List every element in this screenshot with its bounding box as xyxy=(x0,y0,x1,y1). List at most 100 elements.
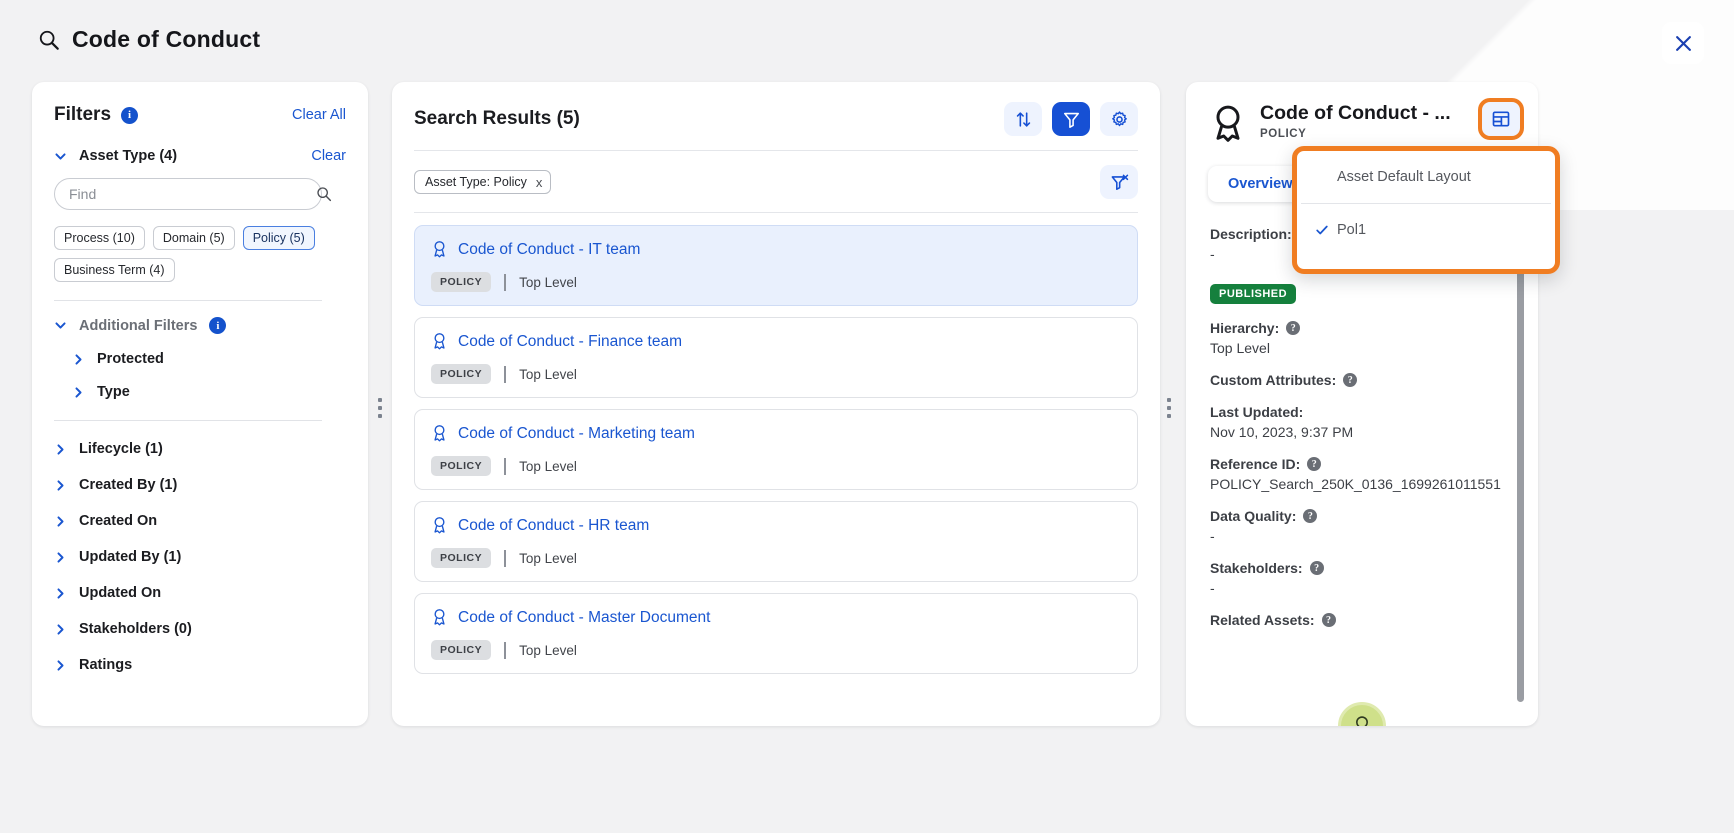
additional-filter-item[interactable]: Type xyxy=(72,384,346,400)
result-card[interactable]: Code of Conduct - Master Document POLICY T… xyxy=(414,593,1138,674)
detail-title: Code of Conduct - ... xyxy=(1260,102,1451,124)
detail-field: Hierarchy:? Top Level xyxy=(1210,320,1514,356)
layout-dropdown-menu: Asset Default Layout Pol1 xyxy=(1292,146,1560,274)
filter-group-stakeholders[interactable]: Stakeholders (0) xyxy=(54,621,346,637)
facet-remove-icon[interactable]: x xyxy=(536,176,543,189)
result-card[interactable]: Code of Conduct - HR team POLICY Top Level xyxy=(414,501,1138,582)
policy-ribbon-icon xyxy=(434,333,445,350)
layout-menu-item[interactable]: Asset Default Layout xyxy=(1297,151,1555,203)
filter-group-asset-type[interactable]: Asset Type (4) Clear xyxy=(54,148,346,164)
asset-type-chip[interactable]: Business Term (4) xyxy=(54,258,175,282)
filter-group-additional-filters[interactable]: Additional Filters i xyxy=(54,317,346,334)
filters-title: Filters xyxy=(54,104,112,125)
filter-icon xyxy=(1063,112,1079,128)
clear-filters-button[interactable] xyxy=(1100,165,1138,199)
filter-group-created-on[interactable]: Created On xyxy=(54,513,346,529)
result-type-badge: POLICY xyxy=(431,548,492,568)
chevron-right-icon xyxy=(57,587,64,599)
left-resize-handle[interactable] xyxy=(376,398,384,418)
help-icon[interactable]: ? xyxy=(1309,561,1324,575)
result-title[interactable]: Code of Conduct - IT team xyxy=(458,241,640,259)
policy-ribbon-icon xyxy=(434,241,445,258)
detail-field-label: Stakeholders: xyxy=(1210,560,1303,576)
result-card[interactable]: Code of Conduct - Finance team POLICY Top … xyxy=(414,317,1138,398)
filter-group-updated-by[interactable]: Updated By (1) xyxy=(54,549,346,565)
detail-scrollbar[interactable] xyxy=(1517,252,1524,702)
info-icon[interactable]: i xyxy=(209,317,227,334)
result-type-badge: POLICY xyxy=(431,364,492,384)
filter-group-lifecycle[interactable]: Lifecycle (1) xyxy=(54,441,346,457)
clear-all-button[interactable]: Clear All xyxy=(292,107,346,123)
search-results-page: Code of Conduct Filters i Clear All Asse… xyxy=(0,0,1734,833)
help-icon[interactable]: ? xyxy=(1321,613,1336,627)
page-title: Code of Conduct xyxy=(38,26,260,53)
filter-group-label: Stakeholders (0) xyxy=(79,621,192,637)
asset-type-chip[interactable]: Process (10) xyxy=(54,226,145,250)
detail-field: Reference ID:? POLICY_Search_250K_0136_16… xyxy=(1210,456,1514,492)
filters-header: Filters i Clear All xyxy=(54,104,346,126)
detail-field-label: Hierarchy: xyxy=(1210,320,1280,336)
asset-type-chip-list: Process (10) Domain (5) Policy (5) Business… xyxy=(54,226,332,282)
detail-field: Data Quality:? - xyxy=(1210,508,1514,544)
filter-group-label: Asset Type (4) xyxy=(79,148,178,164)
asset-type-find-wrap xyxy=(54,178,346,210)
filter-button[interactable] xyxy=(1052,102,1090,136)
layout-menu-item[interactable]: Pol1 xyxy=(1297,204,1555,256)
result-title-row[interactable]: Code of Conduct - HR team xyxy=(431,516,1121,535)
right-resize-handle[interactable] xyxy=(1165,398,1173,418)
separator xyxy=(504,641,507,659)
filter-group-created-by[interactable]: Created By (1) xyxy=(54,477,346,493)
filter-group-label: Updated On xyxy=(79,585,162,601)
facet-label: Asset Type: Policy xyxy=(425,175,527,189)
help-icon[interactable]: ? xyxy=(1307,457,1322,471)
help-icon[interactable]: ? xyxy=(1286,321,1301,335)
asset-type-chip[interactable]: Policy (5) xyxy=(242,226,315,250)
close-button[interactable] xyxy=(1662,22,1704,64)
help-icon[interactable]: ? xyxy=(1303,509,1318,523)
additional-filter-item[interactable]: Protected xyxy=(72,351,346,367)
result-type-badge: POLICY xyxy=(431,640,492,660)
filter-group-ratings[interactable]: Ratings xyxy=(54,657,346,673)
help-icon[interactable]: ? xyxy=(1343,373,1358,387)
gear-icon xyxy=(1111,110,1127,126)
result-title-row[interactable]: Code of Conduct - IT team xyxy=(431,240,1121,259)
detail-fields: Description: - PUBLISHED Hierarchy:? Top Lev… xyxy=(1186,226,1538,628)
result-meta: POLICY Top Level xyxy=(431,548,1121,568)
clear-asset-type-button[interactable]: Clear xyxy=(311,148,346,164)
result-type-badge: POLICY xyxy=(431,456,492,476)
result-level: Top Level xyxy=(519,642,577,658)
results-header: Search Results (5) xyxy=(414,102,1138,136)
result-title-row[interactable]: Code of Conduct - Marketing team xyxy=(431,424,1121,443)
settings-button[interactable] xyxy=(1100,102,1138,136)
detail-subtitle: POLICY xyxy=(1260,128,1307,140)
asset-type-chip[interactable]: Domain (5) xyxy=(152,226,235,250)
layout-switch-button[interactable] xyxy=(1478,98,1524,140)
detail-field: Custom Attributes:? xyxy=(1210,372,1514,388)
filter-group-list: Lifecycle (1) Created By (1) Created On Upd… xyxy=(54,441,346,673)
result-type-badge: POLICY xyxy=(431,272,492,292)
additional-filter-label: Type xyxy=(97,384,130,400)
check-icon xyxy=(1315,223,1337,237)
active-facet-chip[interactable]: Asset Type: Policy x xyxy=(414,170,552,194)
detail-field: Last Updated: Nov 10, 2023, 9:37 PM xyxy=(1210,404,1514,440)
result-card[interactable]: Code of Conduct - Marketing team POLICY To… xyxy=(414,409,1138,490)
sort-button[interactable] xyxy=(1004,102,1042,136)
detail-field: Related Assets:? xyxy=(1210,612,1514,628)
result-level: Top Level xyxy=(519,366,577,382)
policy-ribbon-icon xyxy=(1216,105,1240,142)
result-title[interactable]: Code of Conduct - Master Document xyxy=(458,609,710,627)
detail-field-label: Custom Attributes: xyxy=(1210,372,1337,388)
info-icon[interactable]: i xyxy=(121,106,139,124)
result-title[interactable]: Code of Conduct - Finance team xyxy=(458,333,682,351)
asset-type-find-input[interactable] xyxy=(54,178,322,210)
result-title-row[interactable]: Code of Conduct - Finance team xyxy=(431,332,1121,351)
chevron-right-icon xyxy=(57,479,64,491)
result-meta: POLICY Top Level xyxy=(431,364,1121,384)
result-title[interactable]: Code of Conduct - HR team xyxy=(458,517,649,535)
filter-group-label: Additional Filters xyxy=(79,317,198,334)
filter-group-updated-on[interactable]: Updated On xyxy=(54,585,346,601)
result-title[interactable]: Code of Conduct - Marketing team xyxy=(458,425,695,443)
result-card[interactable]: Code of Conduct - IT team POLICY Top Level xyxy=(414,225,1138,306)
detail-field-key: Related Assets:? xyxy=(1210,612,1514,628)
result-title-row[interactable]: Code of Conduct - Master Document xyxy=(431,608,1121,627)
